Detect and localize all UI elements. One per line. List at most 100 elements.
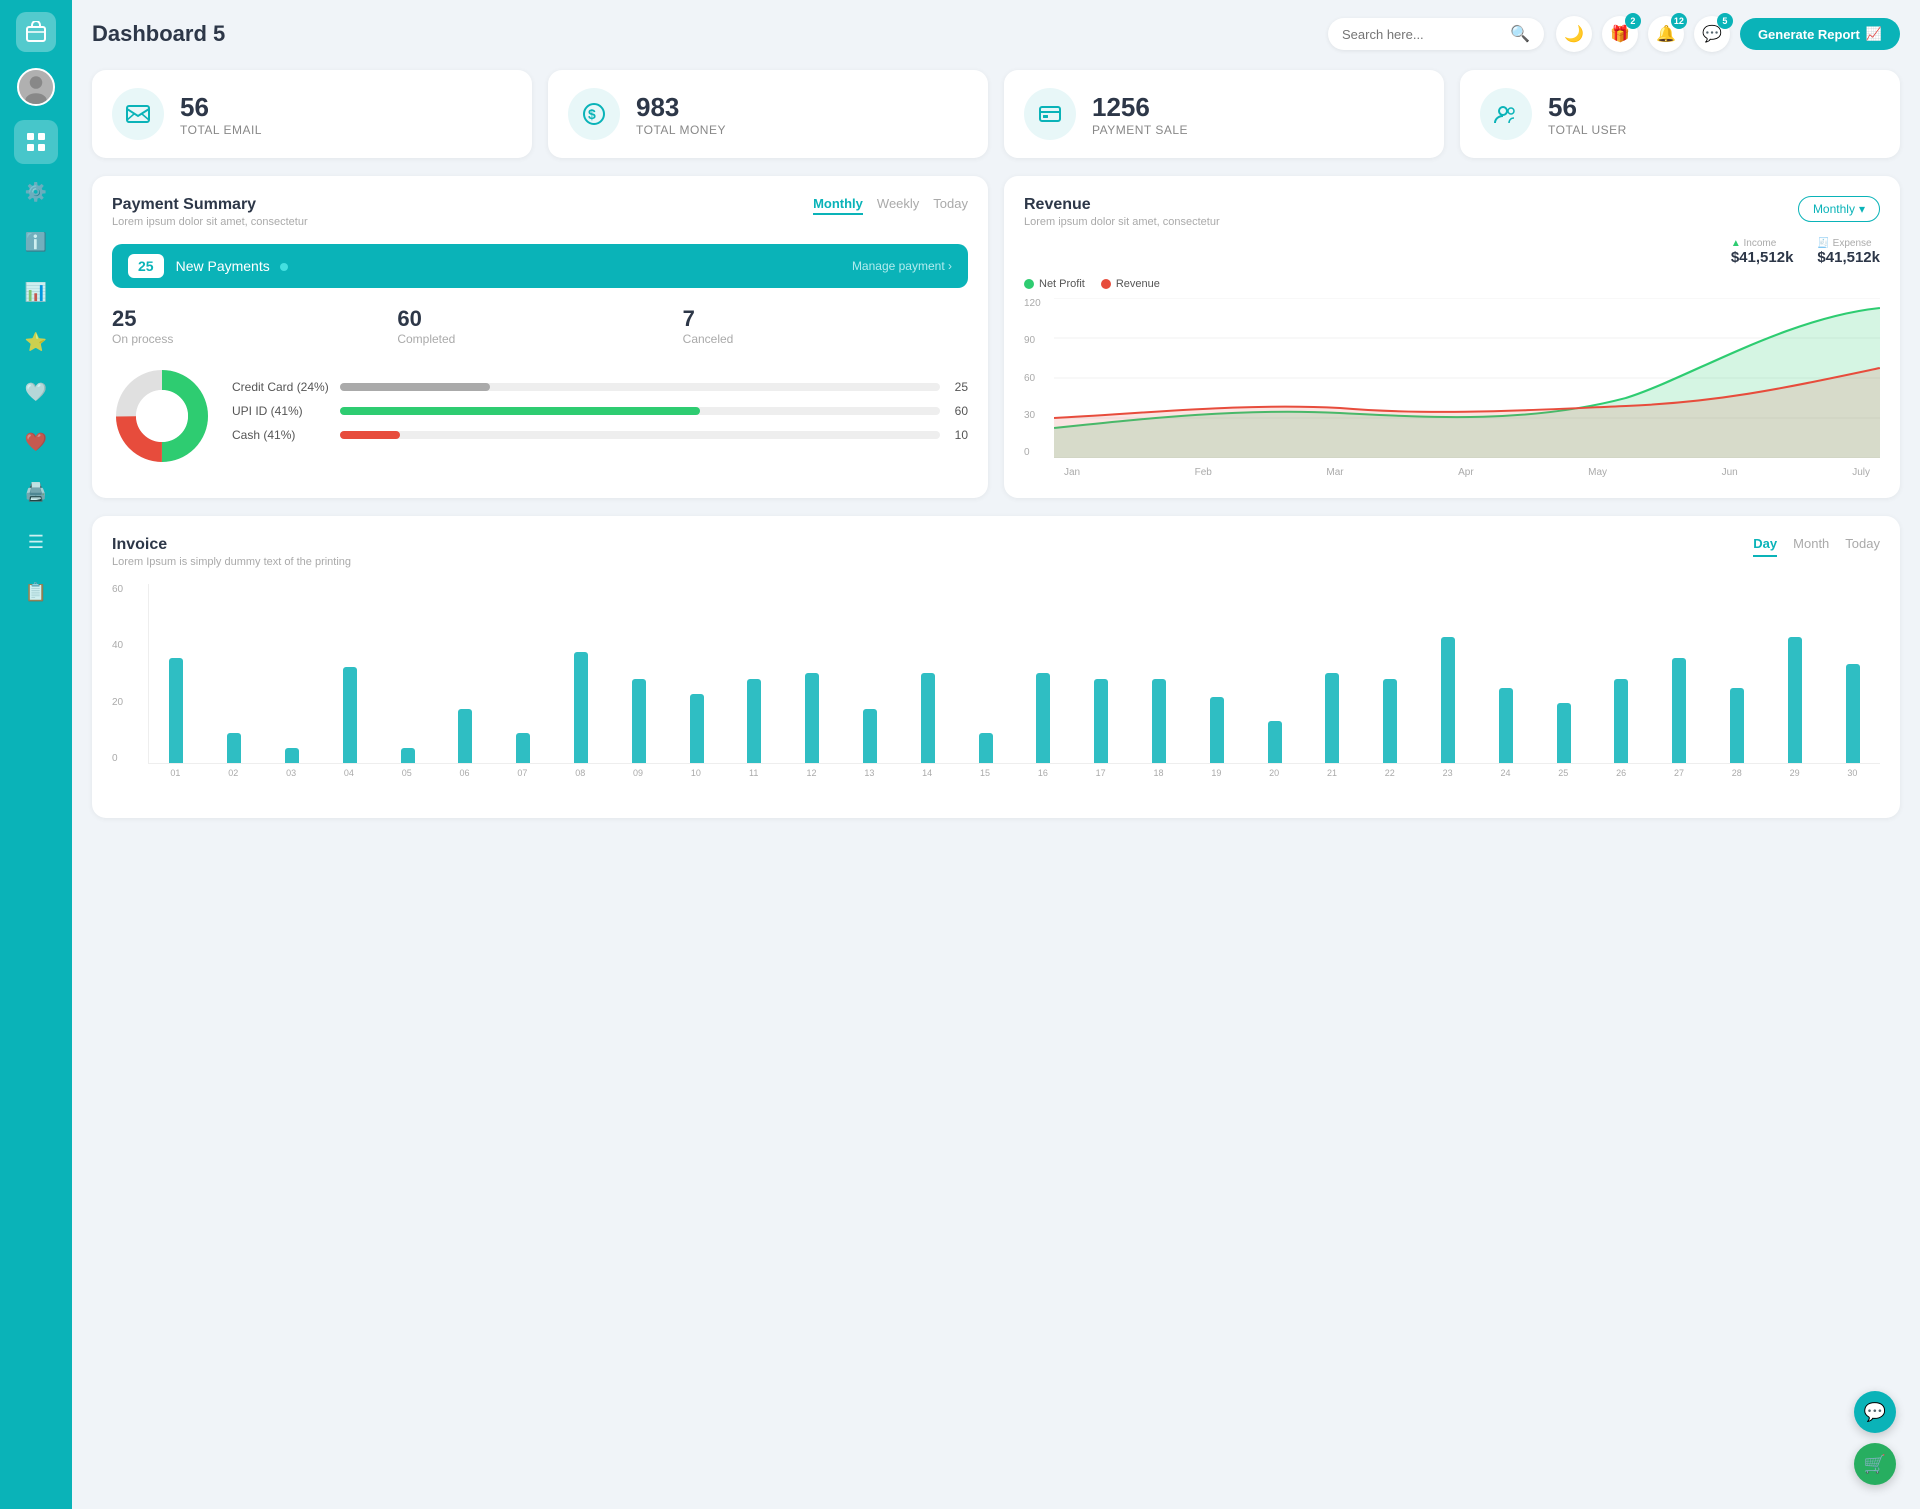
tab-weekly[interactable]: Weekly xyxy=(877,196,919,215)
user-label: TOTAL USER xyxy=(1548,123,1627,137)
moon-button[interactable]: 🌙 xyxy=(1556,16,1592,52)
bar xyxy=(1383,679,1397,763)
bar-col xyxy=(1710,584,1765,763)
bar xyxy=(1499,688,1513,763)
bar-col xyxy=(1189,584,1244,763)
tab-today[interactable]: Today xyxy=(933,196,968,215)
bar-col xyxy=(438,584,493,763)
bar xyxy=(227,733,241,763)
sidebar-logo[interactable] xyxy=(16,12,56,52)
bar-col xyxy=(1594,584,1649,763)
bar-col xyxy=(611,584,666,763)
bar xyxy=(1094,679,1108,763)
status-dot xyxy=(280,263,288,271)
bar-x-label: 21 xyxy=(1305,768,1360,778)
revenue-monthly-dropdown[interactable]: Monthly ▾ xyxy=(1798,196,1880,222)
sidebar-item-star[interactable]: ⭐ xyxy=(14,320,58,364)
sidebar-item-print[interactable]: 🖨️ xyxy=(14,470,58,514)
bar xyxy=(574,652,588,763)
generate-report-button[interactable]: Generate Report 📈 xyxy=(1740,18,1900,50)
bar-x-label: 20 xyxy=(1247,768,1302,778)
bar xyxy=(458,709,472,763)
cash-bar xyxy=(340,431,400,439)
bar-x-label: 09 xyxy=(611,768,666,778)
bar xyxy=(1325,673,1339,763)
bar xyxy=(805,673,819,763)
legend-revenue: Revenue xyxy=(1101,278,1160,290)
y-axis-labels: 1209060300 xyxy=(1024,298,1041,458)
manage-payment-link[interactable]: Manage payment › xyxy=(852,259,952,273)
invoice-y-labels: 6040200 xyxy=(112,584,123,764)
new-payments-label: New Payments xyxy=(176,258,840,274)
progress-upi: UPI ID (41%) 60 xyxy=(232,404,968,418)
bar xyxy=(169,658,183,763)
sidebar-item-menu[interactable]: ☰ xyxy=(14,520,58,564)
sidebar-item-liked[interactable]: ❤️ xyxy=(14,420,58,464)
sidebar-item-favorite[interactable]: 🤍 xyxy=(14,370,58,414)
revenue-dot xyxy=(1101,279,1111,289)
invoice-title: Invoice xyxy=(112,536,351,554)
avatar[interactable] xyxy=(17,68,55,106)
bar xyxy=(343,667,357,763)
donut-chart xyxy=(112,366,212,466)
payment-summary-subtitle: Lorem ipsum dolor sit amet, consectetur xyxy=(112,216,308,228)
invoice-chart-container: 6040200 01020304050607080910111213141516… xyxy=(112,584,1880,798)
bar xyxy=(401,748,415,763)
sidebar-item-dashboard[interactable] xyxy=(14,120,58,164)
payment-summary-card: Payment Summary Lorem ipsum dolor sit am… xyxy=(92,176,988,498)
bar-col xyxy=(1247,584,1302,763)
bar xyxy=(1672,658,1686,763)
search-icon: 🔍 xyxy=(1510,24,1530,44)
bar-x-label: 15 xyxy=(958,768,1013,778)
revenue-title: Revenue xyxy=(1024,196,1220,214)
payment-bottom: Credit Card (24%) 25 UPI ID (41%) 60 xyxy=(112,366,968,466)
sidebar-item-settings[interactable]: ⚙️ xyxy=(14,170,58,214)
tab-monthly[interactable]: Monthly xyxy=(813,196,863,215)
new-payments-count: 25 xyxy=(128,254,164,278)
bar-x-label: 14 xyxy=(900,768,955,778)
bar-x-label: 18 xyxy=(1131,768,1186,778)
gift-button[interactable]: 🎁 2 xyxy=(1602,16,1638,52)
bar-col xyxy=(1825,584,1880,763)
page-title: Dashboard 5 xyxy=(92,21,1328,47)
chat-button[interactable]: 💬 5 xyxy=(1694,16,1730,52)
search-input[interactable] xyxy=(1342,27,1502,42)
metric-on-process: 25 On process xyxy=(112,306,397,346)
sidebar-item-info[interactable]: ℹ️ xyxy=(14,220,58,264)
money-count: 983 xyxy=(636,92,726,123)
expense-item: 🧾 Expense $41,512k xyxy=(1817,238,1880,266)
invoice-tab-day[interactable]: Day xyxy=(1753,536,1777,557)
bar-col xyxy=(207,584,262,763)
bar-col xyxy=(785,584,840,763)
cart-fab[interactable]: 🛒 xyxy=(1854,1443,1896,1485)
revenue-chart-container: 1209060300 JanFebMar xyxy=(1024,298,1880,478)
expense-value: $41,512k xyxy=(1817,249,1880,266)
legend-row: Net Profit Revenue xyxy=(1024,278,1880,290)
bell-button[interactable]: 🔔 12 xyxy=(1648,16,1684,52)
sidebar-item-analytics[interactable]: 📊 xyxy=(14,270,58,314)
bar-x-label: 23 xyxy=(1420,768,1475,778)
invoice-tab-today[interactable]: Today xyxy=(1845,536,1880,557)
bar-col xyxy=(958,584,1013,763)
support-fab[interactable]: 💬 xyxy=(1854,1391,1896,1433)
bar-x-label: 16 xyxy=(1015,768,1070,778)
stats-row: 56 TOTAL EMAIL $ 983 TOTAL MONEY xyxy=(92,70,1900,158)
bar-x-label: 08 xyxy=(553,768,608,778)
bar-x-label: 30 xyxy=(1825,768,1880,778)
upi-bar xyxy=(340,407,700,415)
bar-x-label: 27 xyxy=(1652,768,1707,778)
email-count: 56 xyxy=(180,92,262,123)
bar-col xyxy=(554,584,609,763)
header: Dashboard 5 🔍 🌙 🎁 2 🔔 12 💬 5 Generate Re… xyxy=(92,16,1900,52)
sidebar-item-list[interactable]: 📋 xyxy=(14,570,58,614)
bar xyxy=(690,694,704,763)
search-bar[interactable]: 🔍 xyxy=(1328,18,1544,50)
bar xyxy=(921,673,935,763)
invoice-subtitle: Lorem Ipsum is simply dummy text of the … xyxy=(112,556,351,568)
bar-col xyxy=(1767,584,1822,763)
invoice-tab-month[interactable]: Month xyxy=(1793,536,1829,557)
bar xyxy=(1788,637,1802,763)
invoice-card: Invoice Lorem Ipsum is simply dummy text… xyxy=(92,516,1900,818)
bar-col xyxy=(265,584,320,763)
email-icon xyxy=(112,88,164,140)
